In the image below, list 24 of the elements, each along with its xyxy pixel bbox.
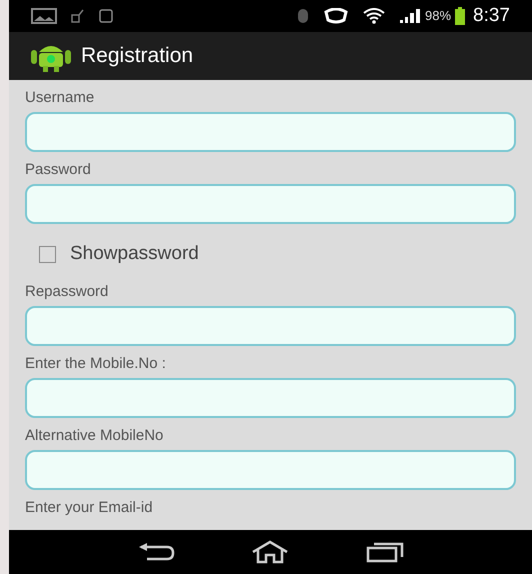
app-title: Registration — [81, 43, 194, 70]
field-label: Alternative MobileNo — [25, 426, 164, 446]
home-icon[interactable] — [251, 540, 290, 564]
battery-percent: 98% — [424, 7, 452, 26]
battery-icon — [455, 7, 466, 25]
input-field[interactable] — [25, 306, 516, 346]
wifi-icon — [362, 8, 385, 24]
field-label: Password — [25, 160, 92, 180]
input-field[interactable] — [25, 112, 516, 152]
field-label: Enter your Email-id — [25, 498, 154, 518]
field-label: Enter the Mobile.No : — [25, 354, 167, 374]
input-field[interactable] — [25, 184, 516, 224]
input-field[interactable] — [25, 378, 516, 418]
square-icon — [99, 9, 113, 23]
clock-time: 8:37 — [473, 4, 510, 28]
signal-icon — [398, 8, 421, 24]
image-icon — [31, 8, 57, 24]
back-icon[interactable] — [137, 542, 176, 562]
recent-apps-icon[interactable] — [366, 541, 404, 563]
checkbox[interactable] — [39, 246, 56, 262]
input-field[interactable] — [25, 450, 516, 490]
field-label: Username — [25, 88, 96, 108]
field-label: Repassword — [25, 282, 110, 302]
checkbox-label: Showpassword — [70, 242, 199, 266]
